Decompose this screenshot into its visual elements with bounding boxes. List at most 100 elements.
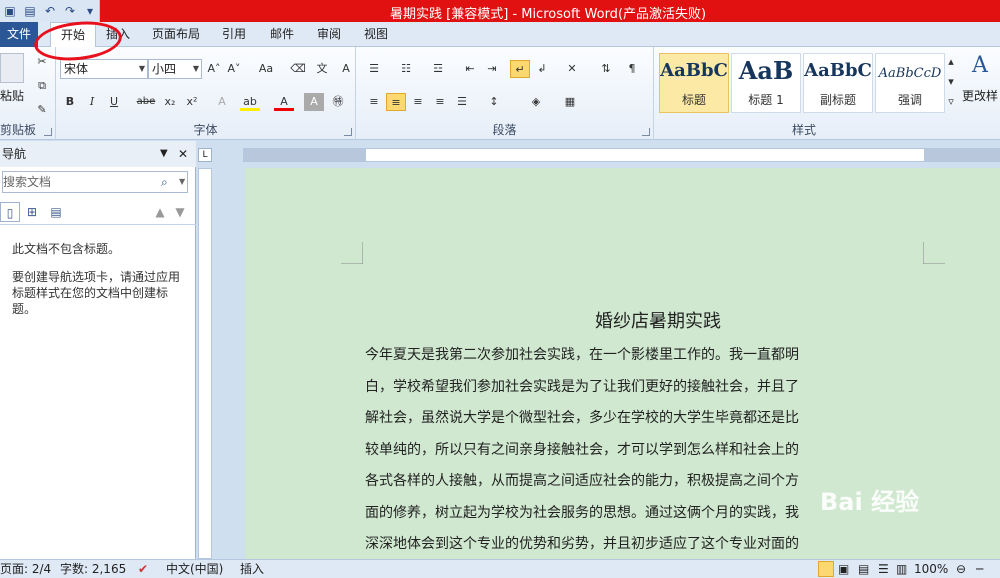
vertical-ruler[interactable] <box>198 168 212 559</box>
align-left-icon[interactable]: ≡ <box>364 93 384 111</box>
style-title[interactable]: AaBbC 标题 <box>659 53 729 113</box>
tab-mailings[interactable]: 邮件 <box>270 22 294 47</box>
undo-icon[interactable]: ↶ <box>42 3 58 19</box>
align-center-icon[interactable]: ≡ <box>386 93 406 111</box>
asian-layout-icon[interactable]: ✕ <box>562 60 582 78</box>
tab-headings-icon[interactable]: ▯ <box>0 202 20 222</box>
copy-icon[interactable]: ⧉ <box>32 77 52 95</box>
paste-icon[interactable] <box>0 53 24 83</box>
ribbon: 粘贴 ✂ ⧉ ✎ 剪贴板 宋体 ▼ 小四 ▼ A˄ A˅ Aa ⌫ 文 A B … <box>0 47 1000 140</box>
styles-scroll-up-icon[interactable]: ▴ <box>946 53 956 71</box>
page-count[interactable]: 页面: 2/4 <box>0 560 51 578</box>
font-name-combo[interactable]: 宋体 ▼ <box>60 59 148 79</box>
draft-icon[interactable]: ▥ <box>896 560 907 578</box>
sort-icon[interactable]: ⇅ <box>596 60 616 78</box>
line-break-icon[interactable]: ↲ <box>532 60 552 78</box>
enclose-char-icon[interactable]: ㊕ <box>328 93 348 111</box>
bold-button[interactable]: B <box>60 93 80 111</box>
tab-page-layout[interactable]: 页面布局 <box>152 22 200 47</box>
bullets-icon[interactable]: ☰ <box>364 60 384 78</box>
title-bar: ▣ ▤ ↶ ↷ ▾ 暑期实践 [兼容模式] - Microsoft Word(产… <box>0 0 1000 22</box>
line-spacing-icon[interactable]: ↕ <box>484 93 504 111</box>
web-layout-icon[interactable]: ▤ <box>858 560 869 578</box>
horizontal-ruler[interactable] <box>243 148 1000 162</box>
text-effects-icon[interactable]: A <box>212 93 232 111</box>
font-group: 宋体 ▼ 小四 ▼ A˄ A˅ Aa ⌫ 文 A B I U abe x₂ x²… <box>56 47 356 140</box>
chevron-down-icon: ▼ <box>192 64 199 73</box>
shading-icon[interactable]: ◈ <box>526 93 546 111</box>
change-styles-icon[interactable]: A <box>972 53 988 78</box>
search-icon[interactable]: ⌕ <box>161 172 168 192</box>
document-title: 婚纱店暑期实践 <box>595 311 721 332</box>
multilevel-list-icon[interactable]: ☲ <box>428 60 448 78</box>
underline-button[interactable]: U <box>104 93 124 111</box>
chevron-down-icon[interactable]: ▼ <box>179 172 185 192</box>
zoom-level[interactable]: 100% <box>914 560 948 578</box>
font-size-combo[interactable]: 小四 ▼ <box>148 59 202 79</box>
document-page[interactable]: 婚纱店暑期实践 今年夏天是我第二次参加社会实践，在一个影楼里工作的。我一直都明 … <box>245 168 1000 559</box>
highlight-icon[interactable]: ab <box>240 93 260 111</box>
char-border-icon[interactable]: A <box>336 60 356 78</box>
distributed-icon[interactable]: ☰ <box>452 93 472 111</box>
borders-icon[interactable]: ▦ <box>560 93 580 111</box>
styles-more-icon[interactable]: ▿ <box>946 93 956 111</box>
full-screen-icon[interactable]: ▣ <box>838 560 849 578</box>
paste-button[interactable]: 粘贴 <box>0 87 24 104</box>
numbering-icon[interactable]: ☷ <box>396 60 416 78</box>
body-line: 较单纯的，所以只有之间亲身接触社会，才可以学到怎么样和社会上的 <box>365 441 799 458</box>
increase-indent-icon[interactable]: ⇥ <box>482 60 502 78</box>
close-icon[interactable]: ✕ <box>178 141 188 167</box>
word-count[interactable]: 字数: 2,165 <box>60 560 126 578</box>
superscript-button[interactable]: x² <box>182 93 202 111</box>
language[interactable]: 中文(中国) <box>166 560 223 578</box>
pane-menu-icon[interactable]: ▼ <box>160 141 168 167</box>
subscript-button[interactable]: x₂ <box>160 93 180 111</box>
decrease-indent-icon[interactable]: ⇤ <box>460 60 480 78</box>
navigation-title: 导航 <box>2 147 27 161</box>
show-marks-icon[interactable]: ¶ <box>622 60 642 78</box>
clipboard-launcher-icon[interactable] <box>44 128 52 136</box>
styles-scroll-down-icon[interactable]: ▾ <box>946 73 956 91</box>
char-shading-icon[interactable]: A <box>304 93 324 111</box>
tab-review[interactable]: 审阅 <box>317 22 341 47</box>
grow-font-icon[interactable]: A˄ <box>204 60 224 78</box>
font-color-icon[interactable]: A <box>274 93 294 111</box>
save-icon[interactable]: ▤ <box>22 3 38 19</box>
tab-selector[interactable]: L <box>198 148 212 162</box>
paragraph-group-label: 段落 <box>492 123 517 137</box>
align-right-icon[interactable]: ≡ <box>408 93 428 111</box>
tab-view[interactable]: 视图 <box>364 22 388 47</box>
style-heading-1[interactable]: AaB 标题 1 <box>731 53 801 113</box>
zoom-out-icon[interactable]: ⊖ <box>956 560 966 578</box>
tab-references[interactable]: 引用 <box>222 22 246 47</box>
search-input[interactable]: 搜索文档 ⌕ ▼ <box>2 171 188 193</box>
next-heading-icon[interactable]: ▼ <box>170 202 190 222</box>
print-layout-icon[interactable] <box>818 561 834 577</box>
zoom-slider[interactable]: ─ <box>976 560 983 578</box>
tab-results-icon[interactable]: ▤ <box>46 202 66 222</box>
strikethrough-button[interactable]: abe <box>136 93 156 111</box>
phonetic-guide-icon[interactable]: 文 <box>312 60 332 78</box>
format-painter-icon[interactable]: ✎ <box>32 101 52 119</box>
chevron-down-icon: ▼ <box>138 64 145 73</box>
tab-pages-icon[interactable]: ⊞ <box>22 202 42 222</box>
change-styles-button[interactable]: 更改样 <box>962 87 998 104</box>
justify-icon[interactable]: ≡ <box>430 93 450 111</box>
proofing-icon[interactable]: ✔ <box>138 560 148 578</box>
style-subtitle[interactable]: AaBbC 副标题 <box>803 53 873 113</box>
tab-file[interactable]: 文件 <box>0 22 38 47</box>
chinese-layout-icon[interactable]: ↵ <box>510 60 530 78</box>
body-line: 面的修养，树立起为学校为社会服务的思想。通过这俩个月的实践，我 <box>365 504 799 521</box>
clear-format-icon[interactable]: ⌫ <box>288 60 308 78</box>
outline-icon[interactable]: ☰ <box>878 560 889 578</box>
font-launcher-icon[interactable] <box>344 128 352 136</box>
paragraph-launcher-icon[interactable] <box>642 128 650 136</box>
previous-heading-icon[interactable]: ▲ <box>150 202 170 222</box>
shrink-font-icon[interactable]: A˅ <box>224 60 244 78</box>
italic-button[interactable]: I <box>82 93 102 111</box>
style-emphasis[interactable]: AaBbCcD 强调 <box>875 53 945 113</box>
qat-dropdown-icon[interactable]: ▾ <box>82 3 98 19</box>
change-case-button[interactable]: Aa <box>254 60 278 78</box>
redo-icon[interactable]: ↷ <box>62 3 78 19</box>
insert-mode[interactable]: 插入 <box>240 560 264 578</box>
